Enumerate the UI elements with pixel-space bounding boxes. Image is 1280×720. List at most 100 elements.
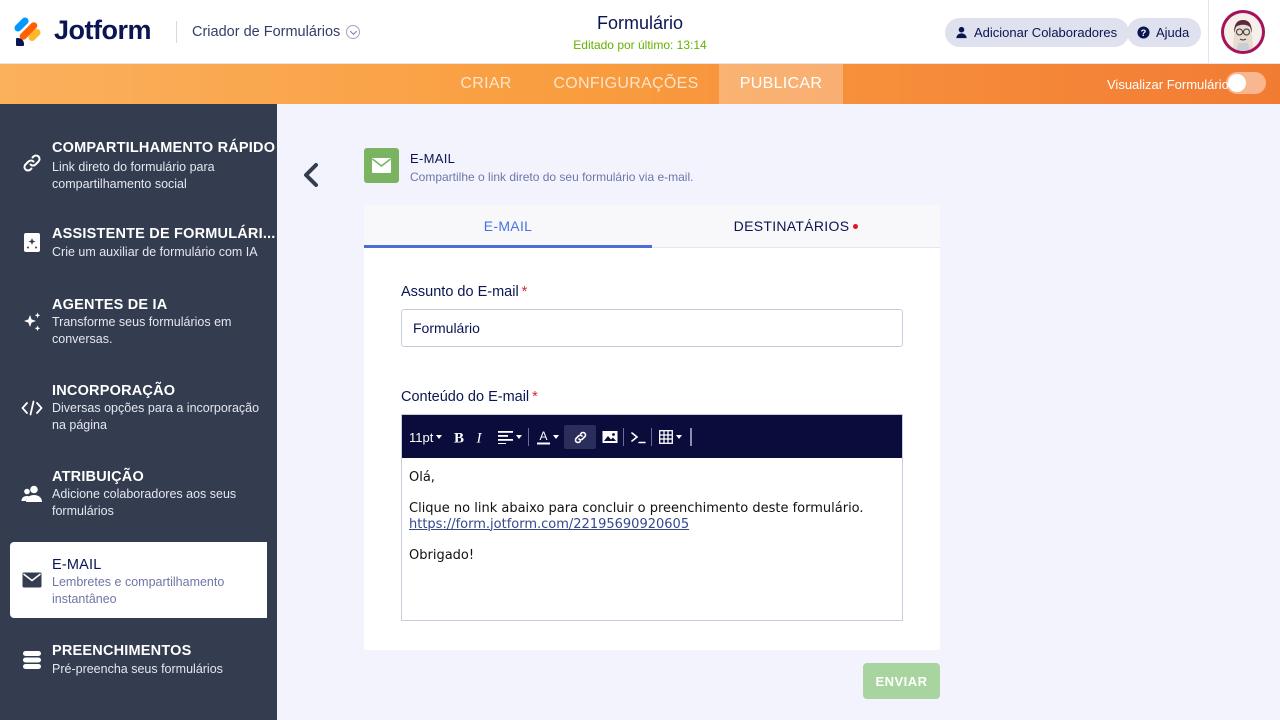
table-icon [659,430,673,444]
logo-text: Jotform [54,15,152,45]
toolbar-end-divider [690,428,692,446]
top-header: Jotform Criador de Formulários Formulári… [0,0,1280,64]
insert-link-button[interactable] [564,425,596,449]
sidebar-item-desc: Lembretes e compartilhamento instantâneo [52,575,225,606]
help-label: Ajuda [1156,25,1190,40]
back-arrow-icon[interactable] [298,160,326,190]
add-collaborators-label: Adicionar Colaboradores [974,25,1118,40]
chevron-down-icon [346,25,361,39]
font-size-value: 11pt [409,429,434,445]
email-section-icon [364,148,399,183]
sidebar-item-ai-agents[interactable]: AGENTES DE IA Transforme seus formulário… [0,292,277,378]
caret-down-icon [553,435,559,439]
tab-recipients[interactable]: DESTINATÁRIOS [652,205,940,248]
sidebar-item-quick-share[interactable]: COMPARTILHAMENTO RÁPIDO Link direto do f… [0,128,277,214]
user-icon [956,26,967,39]
text-color-dropdown[interactable]: A [537,426,559,448]
sidebar-item-title: INCORPORAÇÃO [52,383,176,399]
image-icon [602,431,618,443]
sparkles-icon [24,312,41,332]
rich-text-editor[interactable]: 11pt B I A Olá, Clique no link abaixo pa… [401,414,903,621]
subject-label: Assunto do E-mail * [401,284,527,300]
italic-icon: I [476,431,483,446]
sidebar-item-desc: Adicione colaboradores aos seus formulár… [52,487,237,518]
caret-down-icon [516,435,522,439]
tab-criar[interactable]: CRIAR [446,64,526,104]
sidebar-item-assign[interactable]: ATRIBUIÇÃO Adicione colaboradores aos se… [0,464,277,550]
content-label: Conteúdo do E-mail * [401,389,538,405]
database-icon [23,651,41,669]
body-greeting: Olá, [409,470,435,485]
tab-configuracoes[interactable]: CONFIGURAÇÕES [545,64,707,104]
avatar[interactable] [1221,10,1265,54]
subject-input[interactable] [401,309,903,347]
sidebar-item-form-assistant[interactable]: ASSISTENTE DE FORMULÁRI... Crie um auxil… [0,216,277,302]
tab-email[interactable]: E-MAIL [364,205,652,248]
sidebar-item-desc: Diversas opções para a incorporação na p… [52,401,260,432]
sidebar-item-title: PREENCHIMENTOS [52,643,192,659]
sidebar-item-prefill[interactable]: PREENCHIMENTOS Pré-preencha seus formulá… [0,636,277,720]
insert-image-button[interactable] [602,426,618,448]
ai-assistant-icon [24,233,40,252]
section-title: E-MAIL [410,151,456,166]
sidebar-item-title: AGENTES DE IA [52,297,168,313]
content-label-text: Conteúdo do E-mail [401,389,530,405]
builder-dropdown[interactable]: Criador de Formulários [192,24,361,40]
builder-name-label: Criador de Formulários [192,24,341,40]
sidebar-item-title: ASSISTENTE DE FORMULÁRI... [52,226,276,242]
link-icon [574,431,586,443]
sidebar-item-desc: Link direto do formulário para compartil… [52,160,215,191]
help-button[interactable]: ? Ajuda [1127,18,1202,47]
envelope-icon [372,158,391,173]
sidebar-item-desc: Transforme seus formulários em conversas… [52,315,232,346]
sidebar-item-desc: Pré-preencha seus formulários [52,662,223,676]
align-dropdown[interactable] [498,426,522,448]
text-color-icon: A [537,429,550,445]
tab-publicar[interactable]: PUBLICAR [719,64,843,104]
form-link[interactable]: https://form.jotform.com/22195690920605 [409,517,895,533]
body-closing: Obrigado! [409,547,475,563]
terminal-icon [631,432,646,444]
email-card: E-MAIL DESTINATÁRIOS Assunto do E-mail * … [364,205,940,650]
bold-icon: B [454,431,464,446]
sidebar-item-title: E-MAIL [52,557,102,573]
required-asterisk: * [532,389,538,405]
tab-recipients-label: DESTINATÁRIOS [733,218,850,234]
required-asterisk: * [521,284,528,300]
avatar-container [1208,0,1280,64]
add-collaborators-button[interactable]: Adicionar Colaboradores [945,18,1130,47]
align-left-icon [498,431,513,444]
table-dropdown[interactable] [659,426,682,448]
insert-field-button[interactable] [631,426,646,448]
sidebar-item-title: ATRIBUIÇÃO [52,469,144,485]
avatar-image [1224,13,1262,51]
svg-text:?: ? [1141,28,1147,38]
svg-text:B: B [454,431,464,446]
section-subtitle: Compartilhe o link direto do seu formulá… [410,170,694,184]
send-button[interactable]: ENVIAR [863,663,940,699]
envelope-icon [22,572,42,588]
svg-text:I: I [476,431,483,446]
italic-button[interactable]: I [474,426,484,448]
body-line: Clique no link abaixo para concluir o pr… [409,501,864,516]
subject-label-text: Assunto do E-mail [401,284,519,300]
toolbar-divider [651,428,652,446]
jotform-logo[interactable]: Jotform [13,15,152,46]
svg-text:A: A [539,429,547,443]
main-nav: CRIAR CONFIGURAÇÕES PUBLICAR Visualizar … [0,64,1280,104]
editor-toolbar: 11pt B I A [402,415,902,458]
users-icon [21,485,42,502]
caret-down-icon [676,435,682,439]
publish-sidebar: COMPARTILHAMENTO RÁPIDO Link direto do f… [0,104,277,720]
sidebar-item-email[interactable]: E-MAIL Lembretes e compartilhamento inst… [10,542,267,618]
email-body[interactable]: Olá, Clique no link abaixo para concluir… [402,458,902,620]
preview-form-label: Visualizar Formulário [1107,77,1229,92]
preview-form-toggle[interactable] [1226,72,1266,94]
header-divider [176,21,177,43]
link-icon [23,154,41,172]
email-card-tabs: E-MAIL DESTINATÁRIOS [364,205,940,248]
bold-button[interactable]: B [452,426,466,448]
toolbar-divider [528,428,529,446]
sidebar-item-embed[interactable]: INCORPORAÇÃO Diversas opções para a inco… [0,378,277,464]
font-size-dropdown[interactable]: 11pt [409,426,443,448]
